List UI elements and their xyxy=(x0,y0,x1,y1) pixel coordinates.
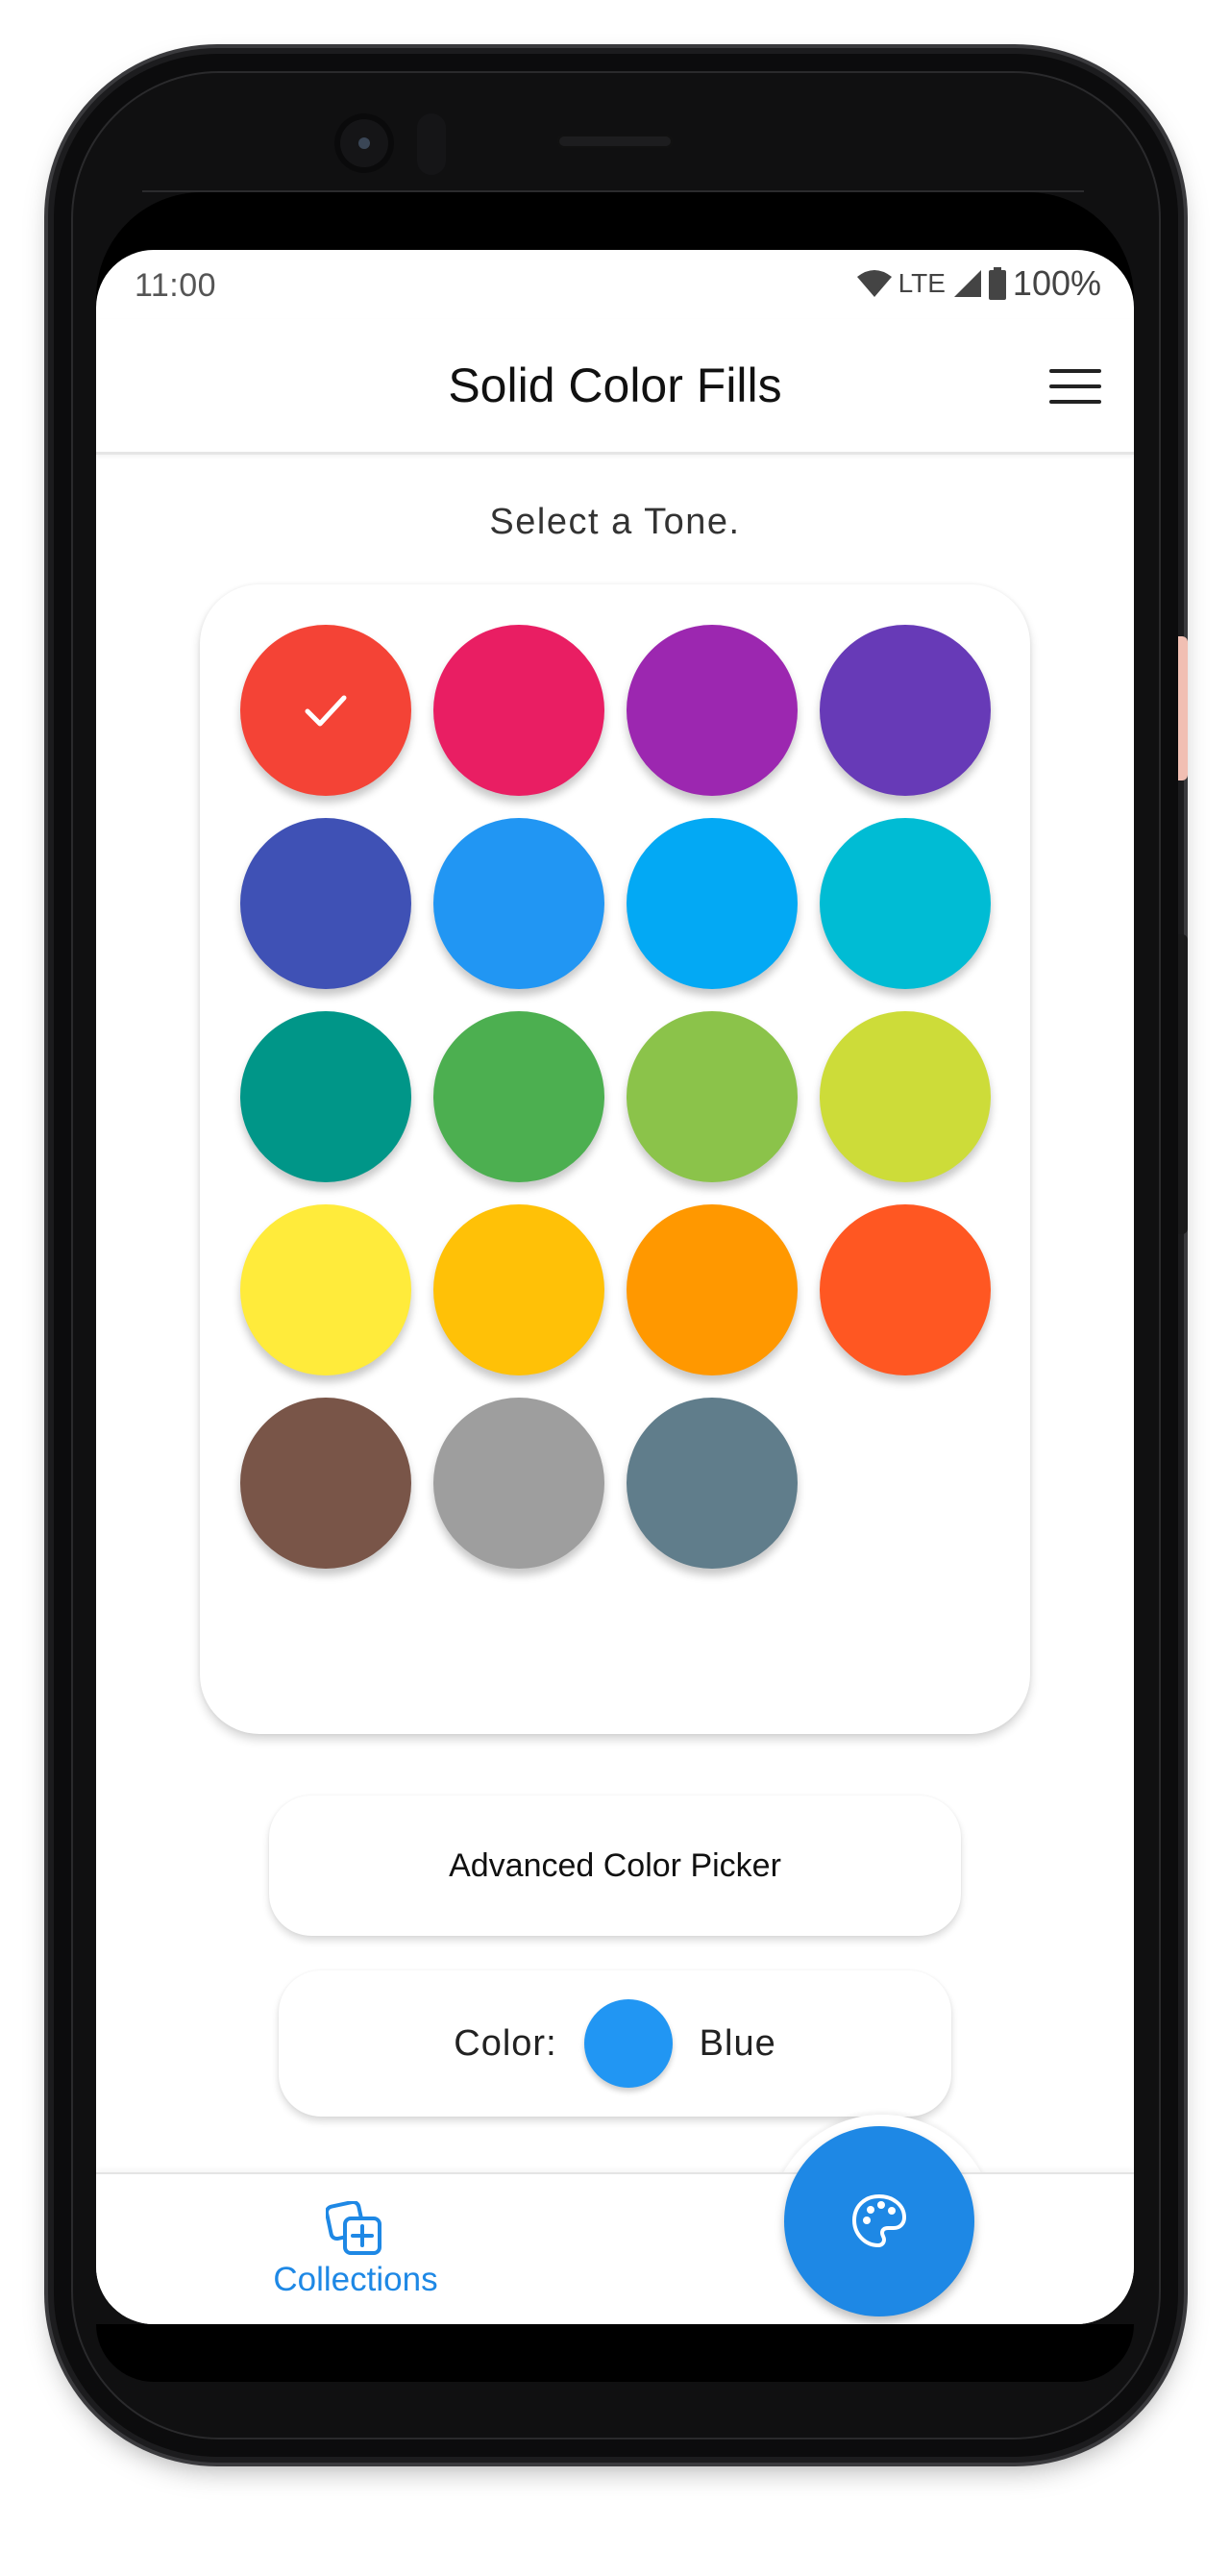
color-swatch[interactable] xyxy=(627,1204,798,1375)
tone-prompt: Select a Tone. xyxy=(489,502,741,542)
color-swatch[interactable] xyxy=(820,625,991,796)
current-color-indicator: Color: Blue xyxy=(279,1970,951,2117)
color-value: Blue xyxy=(699,2022,776,2064)
advanced-color-picker-label: Advanced Color Picker xyxy=(449,1846,781,1884)
proximity-sensor xyxy=(417,113,446,175)
battery-icon xyxy=(988,267,1006,300)
color-swatch[interactable] xyxy=(240,1204,411,1375)
nav-collections-label: Collections xyxy=(273,2261,438,2298)
power-button xyxy=(1178,636,1188,780)
earpiece-speaker xyxy=(557,135,673,148)
wifi-icon xyxy=(856,270,892,297)
status-bar: 11:00 LTE 100% xyxy=(96,250,1134,319)
app-screen: 11:00 LTE 100% Solid Color Fills Select … xyxy=(96,250,1134,2324)
palette-fab-button[interactable] xyxy=(784,2126,974,2316)
palette-icon xyxy=(852,2194,906,2247)
app-bar: Solid Color Fills xyxy=(96,319,1134,455)
color-swatch[interactable] xyxy=(627,625,798,796)
color-swatch[interactable] xyxy=(820,1204,991,1375)
color-swatch[interactable] xyxy=(627,818,798,989)
current-color-swatch xyxy=(583,1999,673,2088)
color-label: Color: xyxy=(454,2022,557,2064)
color-swatch[interactable] xyxy=(240,1011,411,1182)
color-swatch-selected[interactable] xyxy=(240,625,411,796)
camera-lens xyxy=(358,137,370,149)
check-icon xyxy=(305,695,347,727)
nav-collections[interactable]: Collections xyxy=(250,2201,461,2299)
status-icons: LTE 100% xyxy=(856,263,1101,304)
color-swatch[interactable] xyxy=(240,818,411,989)
add-to-collection-icon xyxy=(326,2201,381,2255)
color-swatch[interactable] xyxy=(627,1398,798,1569)
color-swatch[interactable] xyxy=(240,1398,411,1569)
color-swatch[interactable] xyxy=(433,1011,604,1182)
status-time: 11:00 xyxy=(135,267,217,304)
screen-bottom-bezel xyxy=(96,2324,1134,2382)
device-frame: 11:00 LTE 100% Solid Color Fills Select … xyxy=(0,0,1230,2576)
volume-button xyxy=(1178,934,1188,1234)
cell-signal-icon xyxy=(953,270,981,297)
page-title: Solid Color Fills xyxy=(448,359,782,412)
color-swatch[interactable] xyxy=(820,1011,991,1182)
color-swatch[interactable] xyxy=(433,1398,604,1569)
screen: 11:00 LTE 100% Solid Color Fills Select … xyxy=(96,192,1134,2324)
hamburger-menu-icon[interactable] xyxy=(1049,367,1101,406)
advanced-color-picker-button[interactable]: Advanced Color Picker xyxy=(269,1796,961,1936)
battery-percentage: 100% xyxy=(1012,263,1101,303)
network-type: LTE xyxy=(898,268,946,298)
color-swatch[interactable] xyxy=(433,818,604,989)
swatch-grid xyxy=(240,625,991,1569)
color-swatch[interactable] xyxy=(433,625,604,796)
color-swatch[interactable] xyxy=(627,1011,798,1182)
color-swatch[interactable] xyxy=(820,818,991,989)
color-swatch[interactable] xyxy=(433,1204,604,1375)
tone-card xyxy=(200,584,1030,1734)
